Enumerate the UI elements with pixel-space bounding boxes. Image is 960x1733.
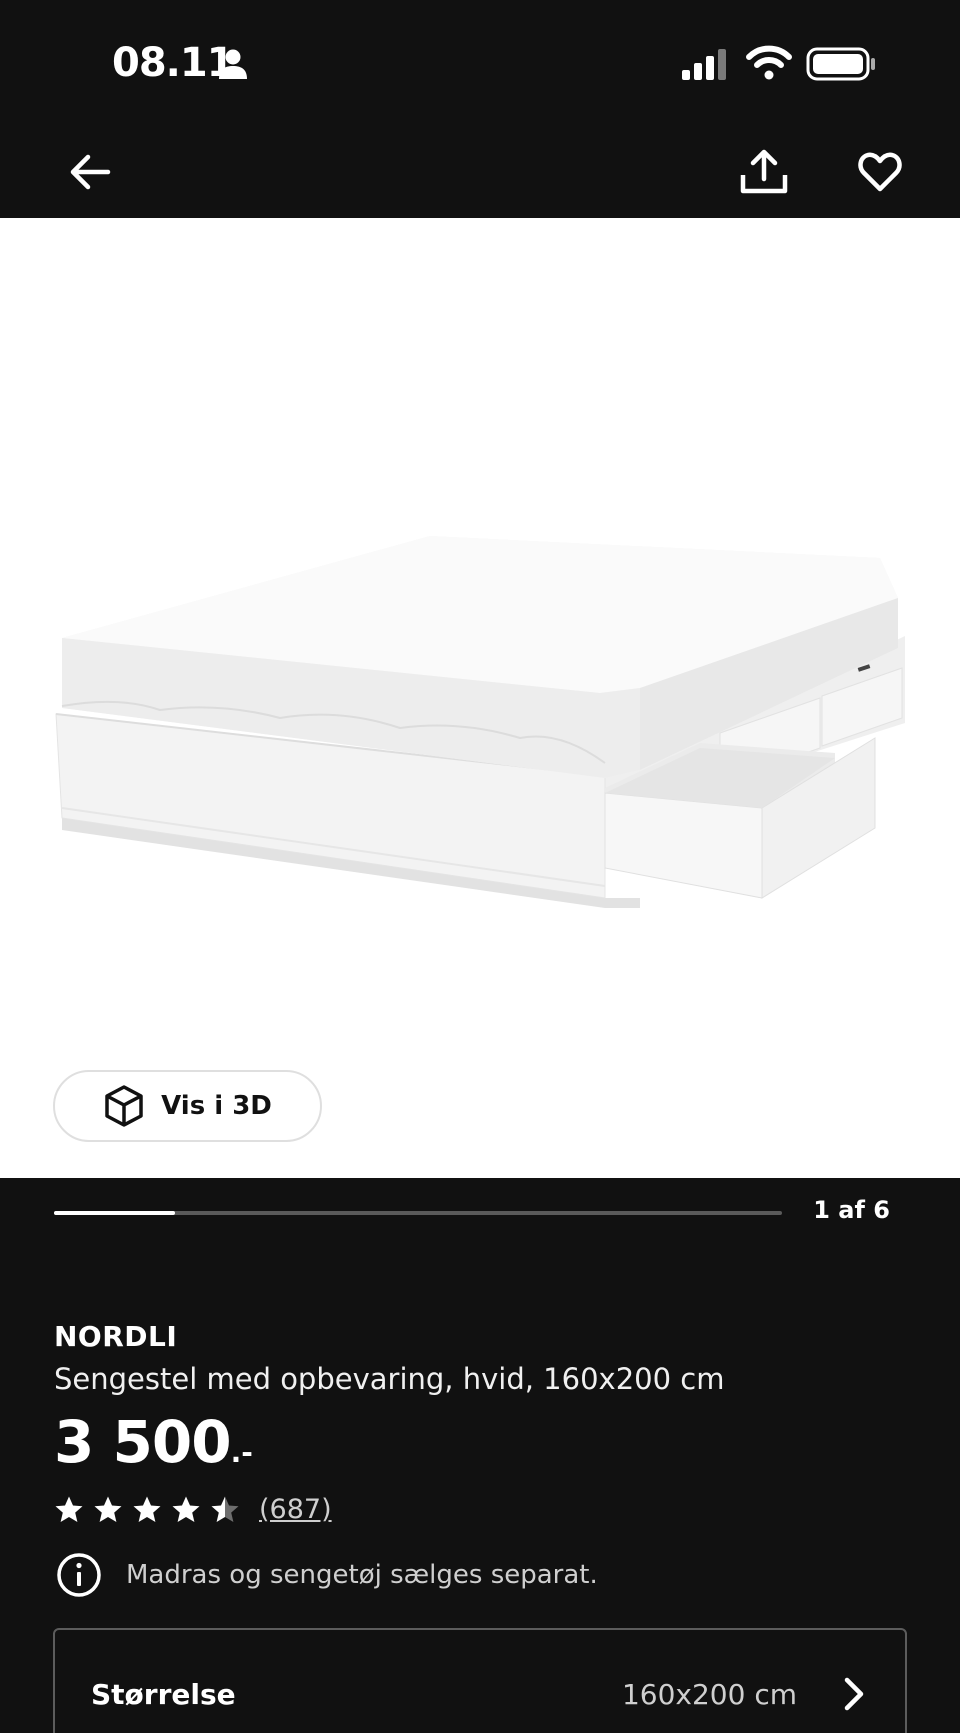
star-icon [94,1496,122,1522]
nav-bar [0,130,960,218]
product-image-gallery[interactable]: Vis i 3D [0,218,960,1178]
chevron-right-icon [844,1677,864,1711]
separate-sale-notice: Madras og sengetøj sælges separat. [56,1552,598,1598]
battery-icon [806,47,875,81]
gallery-progress-fill [54,1211,175,1215]
arrow-left-icon [70,154,111,190]
gallery-pager: 1 af 6 [813,1196,890,1224]
rating[interactable]: (687) [54,1494,332,1525]
star-icon [133,1496,161,1522]
star-icon [172,1496,200,1522]
product-price: 3 500 .- [54,1408,253,1476]
back-button[interactable] [58,140,122,204]
product-brand: NORDLI [54,1320,178,1353]
gallery-progress-bar [54,1211,782,1215]
product-description: Sengestel med opbevaring, hvid, 160x200 … [54,1362,725,1396]
wifi-icon [746,45,792,80]
heart-icon [858,152,902,192]
bed-image [55,536,905,908]
cube-icon [105,1085,143,1127]
star-rating [54,1495,249,1525]
view-3d-label: Vis i 3D [161,1091,272,1121]
star-icon [55,1496,83,1522]
price-suffix: .- [230,1436,253,1469]
price-main: 3 500 [54,1408,232,1476]
size-selector[interactable]: Størrelse 160x200 cm [53,1628,907,1733]
star-icon [211,1496,239,1522]
favorite-button[interactable] [848,140,912,204]
person-icon [219,49,247,79]
status-time: 08.11 [112,40,235,86]
view-3d-button[interactable]: Vis i 3D [53,1070,322,1142]
size-value: 160x200 cm [621,1678,797,1711]
info-icon [57,1553,101,1597]
share-icon [740,149,788,194]
share-button[interactable] [732,140,796,204]
status-bar: 08.11 [0,0,960,130]
review-count-link[interactable]: (687) [259,1494,332,1525]
size-label: Størrelse [91,1678,236,1711]
signal-icon [682,49,726,80]
notice-text: Madras og sengetøj sælges separat. [126,1560,598,1590]
